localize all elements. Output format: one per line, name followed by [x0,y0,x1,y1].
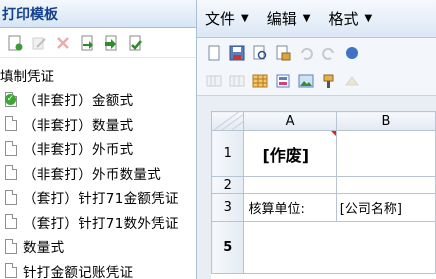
cell-a1[interactable]: [作废] [243,130,337,177]
image-icon[interactable] [297,73,314,90]
designer-panel: 文件 ▼ 编辑 ▼ 格式 ▼ A B 1 [作废] 2 3 核算单位: [公司名… [197,0,436,279]
dropdown-arrow-icon: ▼ [241,13,249,24]
redo-icon[interactable] [320,44,337,61]
import-template-icon[interactable] [78,34,95,51]
cell-b5[interactable]: 摘 要 [336,221,436,274]
dropdown-arrow-icon: ▼ [364,13,373,24]
print-preview-icon[interactable] [251,44,268,61]
menu-file[interactable]: 文件 ▼ [197,8,259,29]
cell-a3[interactable]: 核算单位: [243,193,337,222]
tree-item-non-overlay-quantity[interactable]: （非套打）数量式 [0,112,196,137]
row-header-5[interactable]: 5 [210,221,245,274]
corner-hatch-icon [213,112,243,130]
save-icon[interactable] [228,44,245,61]
spreadsheet: A B 1 [作废] 2 3 核算单位: [公司名称] 5 [210,111,436,279]
undo-icon[interactable] [297,44,314,61]
template-panel: 打印模板 填制凭证 ✓ （非套打）金额式 （非套打）数量式 （非套打）外币式 （… [0,0,197,279]
document-icon [5,165,17,181]
new-template-icon[interactable] [6,34,23,51]
format-painter-icon[interactable] [320,73,337,90]
check-icon: ✓ [5,94,16,105]
document-icon [5,189,17,205]
table-icon[interactable] [251,73,268,90]
tree-item-non-overlay-foreign-quantity[interactable]: （非套打）外币数量式 [0,161,196,186]
columns-icon[interactable] [205,73,222,90]
sheet-margin-left [197,96,211,279]
help-icon[interactable] [343,44,360,61]
document-icon [5,214,17,230]
toolbar-row-1 [197,38,436,67]
panel-title: 打印模板 [0,0,196,28]
menu-bar: 文件 ▼ 编辑 ▼ 格式 ▼ [197,0,436,38]
row-header-2[interactable]: 2 [210,176,245,194]
cell-b2[interactable] [335,176,436,194]
document-icon [5,116,17,132]
cell-a2[interactable] [243,176,337,194]
clear-format-icon[interactable] [343,73,360,90]
dropdown-arrow-icon: ▼ [302,13,311,24]
column-header-b[interactable]: B [335,111,436,131]
menu-edit[interactable]: 编辑 ▼ [259,8,321,29]
print-setup-icon[interactable] [274,44,291,61]
row-header-3[interactable]: 3 [210,193,245,222]
edit-template-icon[interactable] [30,34,47,51]
cell-b3[interactable]: [公司名称] [335,193,436,222]
tree-root-voucher[interactable]: 填制凭证 [0,63,196,87]
tree-item-quantity[interactable]: 数量式 [0,234,196,259]
comment-marker-icon [330,131,336,136]
document-icon [5,238,17,254]
tree-item-non-overlay-amount[interactable]: ✓ （非套打）金额式 [0,87,196,112]
tree-item-non-overlay-foreign[interactable]: （非套打）外币式 [0,136,196,161]
new-document-icon[interactable] [205,44,222,61]
delete-template-icon[interactable] [54,34,71,51]
row-header-1[interactable]: 1 [210,130,245,177]
tree-item-dot-matrix-amount[interactable]: 针打金额记账凭证 [0,259,196,279]
rows-icon[interactable] [228,73,245,90]
panel-toolbar [0,28,196,58]
export-template-icon[interactable] [102,34,119,51]
sheet-grid: A B 1 [作废] 2 3 核算单位: [公司名称] 5 [210,111,436,274]
tree-item-overlay-71-amount[interactable]: （套打）针打71金额凭证 [0,185,196,210]
sheet-margin-top [197,96,436,111]
column-header-a[interactable]: A [243,111,337,131]
toolbar-row-2 [197,67,436,96]
layout-icon[interactable] [274,73,291,90]
cell-b1[interactable] [335,130,436,177]
menu-format[interactable]: 格式 ▼ [320,8,382,29]
tree-item-overlay-71-quantity-foreign[interactable]: （套打）针打71数外凭证 [0,210,196,235]
document-icon [5,263,17,279]
template-tree: 填制凭证 ✓ （非套打）金额式 （非套打）数量式 （非套打）外币式 （非套打）外… [0,63,196,279]
copy-template-icon[interactable] [126,34,143,51]
cell-a5[interactable] [243,221,337,274]
document-icon [5,140,17,156]
select-all-corner[interactable] [210,111,245,131]
